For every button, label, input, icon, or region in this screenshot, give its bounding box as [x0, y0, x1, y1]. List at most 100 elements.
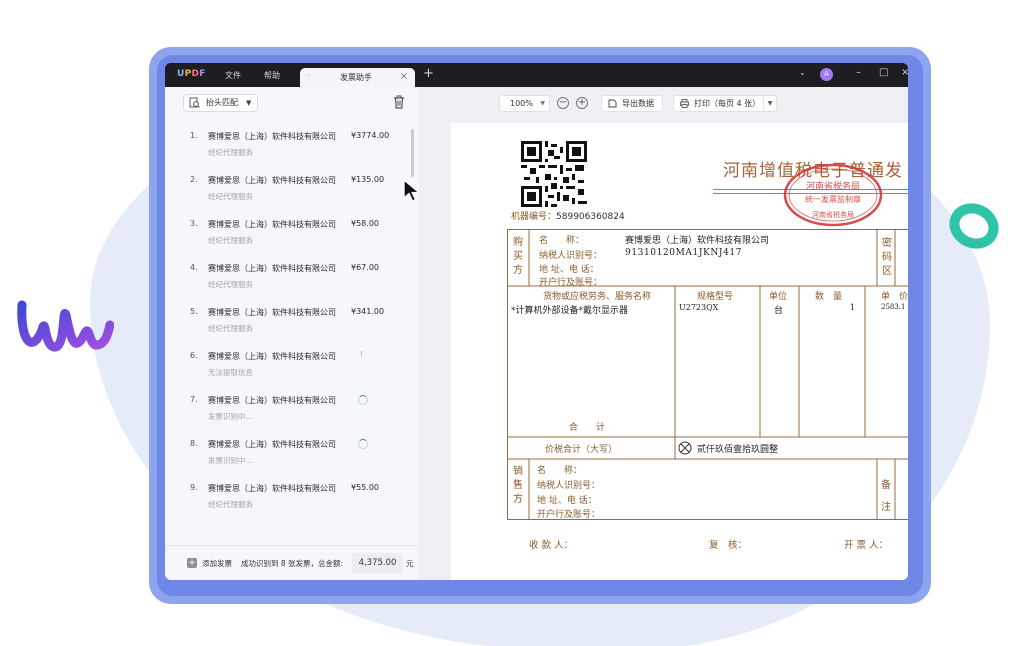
col-price-header: 单 价 [881, 292, 908, 302]
machine-number: 机器编号：589906360824 [511, 209, 625, 222]
mouse-cursor-icon [403, 179, 420, 202]
list-item[interactable]: 7. 赛博爱思（上海）软件科技有限公司 发票识别中... [165, 387, 418, 431]
list-item[interactable]: 9. 赛博爱思（上海）软件科技有限公司 ¥55.00 经纪代理服务 [165, 475, 418, 519]
invoice-page: 机器编号：589906360824 河南增值税电子普通发 河南省税务局 统一发票… [451, 123, 908, 580]
list-item[interactable]: 1. 赛博爱思（上海）软件科技有限公司 ¥3774.00 经纪代理服务 [165, 123, 418, 167]
seller-address-label: 地 址、电 话： [537, 496, 597, 506]
zoom-value: 100% [510, 99, 533, 108]
item-number: 4. [190, 263, 198, 272]
payee-label: 收 款 人： [529, 540, 574, 551]
col-qty-header: 数 量 [815, 292, 843, 302]
item-number: 2. [190, 175, 198, 184]
list-item[interactable]: 5. 赛博爱思（上海）软件科技有限公司 ¥341.00 经纪代理服务 [165, 299, 418, 343]
tab-close-icon[interactable]: × [400, 71, 408, 82]
item-company: 赛博爱思（上海）软件科技有限公司 [208, 352, 336, 361]
reviewer-label: 复 核： [709, 540, 748, 551]
trash-icon[interactable] [393, 95, 405, 109]
caret-down-icon: ▼ [246, 99, 252, 107]
zoom-out-icon[interactable]: − [557, 97, 569, 109]
total-in-words: 贰仟玖佰壹拾玖圆整 [697, 445, 779, 455]
list-item[interactable]: 6. 赛博爱思（上海）软件科技有限公司! 无法提取信息 [165, 343, 418, 387]
list-item[interactable]: 2. 赛博爱思（上海）软件科技有限公司 ¥135.00 经纪代理服务 [165, 167, 418, 211]
seal-text-top: 河南省税务局 [806, 180, 860, 192]
item-company: 赛博爱思（上海）软件科技有限公司 [208, 440, 336, 449]
item-status: 发票识别中... [208, 412, 253, 421]
list-scrollbar[interactable] [411, 129, 414, 177]
menu-help[interactable]: 帮助 [264, 70, 280, 81]
currency-unit: 元 [406, 559, 414, 568]
item-amount: ¥3774.00 [351, 131, 390, 140]
add-icon[interactable]: + [187, 558, 197, 568]
tab-label: 发票助手 [340, 73, 372, 82]
item-amount: ¥55.00 [351, 483, 379, 492]
item-spec: U2723QX [679, 303, 719, 312]
invoice-list-panel: 抬头匹配 ▼ 1. 赛博爱思（上海）软件科技有限公司 ¥3774.00 经纪代理服务 2.… [165, 87, 418, 580]
password-area-label: 密码区 [882, 238, 892, 277]
menu-file[interactable]: 文件 [225, 70, 241, 81]
summary-text: 成功识别到 8 张发票，总金额: [241, 559, 344, 568]
seal-text-bottom: 河南省税务局 [812, 210, 854, 219]
match-icon [189, 97, 200, 108]
print-options-caret[interactable]: ▼ [763, 95, 777, 112]
export-label: 导出数据 [622, 99, 654, 108]
buyer-label: 购买方 [513, 237, 523, 276]
seller-bank-label: 开户行及账号： [537, 510, 601, 520]
export-data-button[interactable]: 导出数据 [601, 95, 663, 112]
machine-label: 机器编号： [511, 212, 557, 222]
item-qty: 1 [850, 303, 856, 312]
item-status: 经纪代理服务 [208, 236, 253, 245]
add-invoice-button[interactable]: 添加发票 [202, 558, 232, 569]
preview-toolbar: 100% ▼ − + 导出数据 打印（每页 4 张） ▼ [418, 87, 908, 121]
minimize-icon[interactable]: – [856, 67, 861, 78]
invoice-table: 购买方 名 称： 纳税人识别号： 地 址、电 话： 开户行及账号： 赛博爱思（上… [507, 229, 908, 535]
item-number: 6. [190, 351, 198, 360]
zoom-in-icon[interactable]: + [576, 97, 588, 109]
seller-taxid-label: 纳税人识别号： [537, 481, 601, 491]
tab-invoice-assistant[interactable]: · 发票助手 × [300, 68, 415, 87]
new-tab-icon[interactable]: + [423, 66, 434, 81]
item-company: 赛博爱思（上海）软件科技有限公司 [208, 220, 336, 229]
item-unit: 台 [774, 306, 784, 316]
list-item[interactable]: 4. 赛博爱思（上海）软件科技有限公司 ¥67.00 经纪代理服务 [165, 255, 418, 299]
item-company: 赛博爱思（上海）软件科技有限公司 [208, 308, 336, 317]
item-status: 发票识别中... [208, 456, 253, 465]
item-number: 9. [190, 483, 198, 492]
item-company: 赛博爱思（上海）软件科技有限公司 [208, 484, 336, 493]
buyer-name: 赛博爱思（上海）软件科技有限公司 [625, 236, 770, 246]
official-seal: 河南省税务局 统一发票监制章 河南省税务局 [783, 163, 883, 227]
match-label: 抬头匹配 [206, 98, 238, 107]
item-amount: ¥341.00 [351, 307, 385, 316]
print-button[interactable]: 打印（每页 4 张） [673, 95, 770, 112]
chevron-down-icon[interactable]: ⌄ [799, 68, 806, 77]
item-number: 8. [190, 439, 198, 448]
item-company: 赛博爱思（上海）软件科技有限公司 [208, 264, 336, 273]
tab-dot-icon: · [308, 71, 311, 80]
list-item[interactable]: 8. 赛博爱思（上海）软件科技有限公司 发票识别中... [165, 431, 418, 475]
avatar[interactable]: A [820, 68, 833, 81]
item-number: 3. [190, 219, 198, 228]
match-dropdown[interactable]: 抬头匹配 ▼ [183, 94, 259, 112]
zoom-select[interactable]: 100% ▼ [499, 95, 550, 112]
item-status: 经纪代理服务 [208, 324, 253, 333]
item-amount: ¥67.00 [351, 263, 379, 272]
ring-decoration [949, 203, 999, 249]
maximize-icon[interactable]: □ [879, 67, 888, 78]
zoom-caret-icon: ▼ [540, 100, 545, 107]
item-status: 经纪代理服务 [208, 148, 253, 157]
print-label: 打印（每页 4 张） [694, 99, 761, 108]
close-window-icon[interactable]: × [901, 67, 908, 78]
item-price: 2583.1 [881, 303, 906, 311]
item-number: 7. [190, 395, 198, 404]
col-goods-header: 货物或应税劳务、服务名称 [543, 292, 652, 302]
total-amount: 4,375.00 [352, 553, 403, 573]
app-window: UPDF 文件 帮助 · 发票助手 × + ⌄ A – □ × 抬头匹配 ▼ 1… [165, 63, 908, 580]
seller-name-label: 名 称： [537, 466, 583, 476]
list-item[interactable]: 3. 赛博爱思（上海）软件科技有限公司 ¥58.00 经纪代理服务 [165, 211, 418, 255]
item-amount: ¥58.00 [351, 219, 379, 228]
remark-label: 备注 [881, 480, 891, 513]
list-footer: + 添加发票 成功识别到 8 张发票，总金额: 4,375.00 元 [165, 545, 418, 580]
item-number: 5. [190, 307, 198, 316]
item-company: 赛博爱思（上海）软件科技有限公司 [208, 396, 336, 405]
buyer-address-label: 地 址、电 话： [539, 265, 599, 275]
export-icon [608, 99, 617, 108]
